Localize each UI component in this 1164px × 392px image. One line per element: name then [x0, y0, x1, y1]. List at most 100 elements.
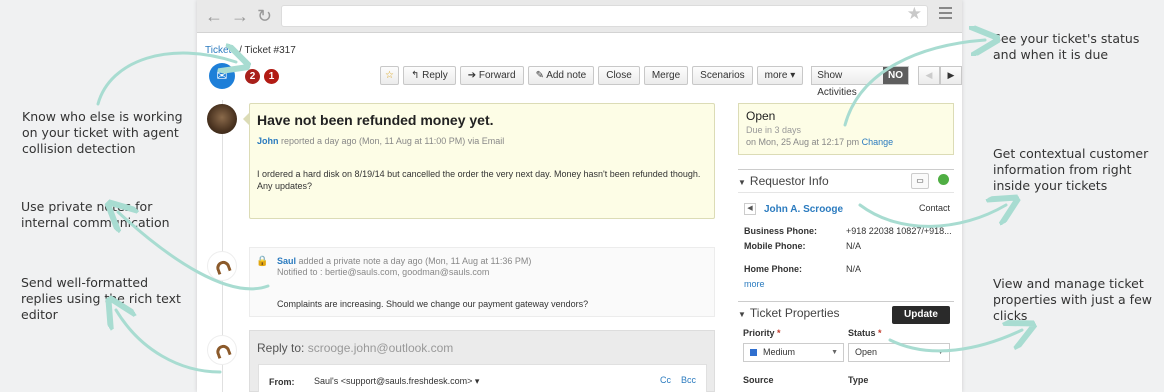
horseshoe-logo: [214, 342, 232, 360]
avatar-saul: [207, 251, 237, 281]
priority-label-text: Priority: [743, 328, 775, 338]
bcc-link[interactable]: Bcc: [681, 375, 696, 385]
forward-arrow-icon[interactable]: →: [231, 5, 249, 27]
status-label-text: Status: [848, 328, 876, 338]
divider: [738, 192, 954, 193]
requestor-name-link[interactable]: John A. Scrooge: [764, 204, 843, 215]
reply-to-label: Reply to:: [257, 341, 305, 355]
ticket-properties-title: Ticket Properties: [749, 306, 840, 320]
reply-to-line: Reply to: scrooge.john@outlook.com: [257, 341, 453, 355]
ticket-description-card: Have not been refunded money yet. John r…: [249, 103, 715, 219]
ticket-meta: John reported a day ago (Mon, 11 Aug at …: [257, 136, 504, 146]
next-ticket-button[interactable]: ▶: [940, 66, 962, 85]
show-activities-value: NO: [883, 67, 908, 84]
callout-collision-detection: Know who else is working on your ticket …: [22, 109, 183, 156]
star-icon[interactable]: ☆: [380, 66, 399, 85]
from-row: From: Saul's <support@sauls.freshdesk.co…: [258, 364, 707, 392]
callout-ticket-properties: View and manage ticket properties with j…: [993, 276, 1152, 323]
status-select[interactable]: Open ▼: [848, 343, 950, 362]
callout-ticket-status: See your ticket's status and when it is …: [993, 31, 1140, 62]
ticket-properties-header[interactable]: ▼ Ticket Properties: [738, 306, 840, 320]
browser-chrome: ← → ↻ ★: [197, 0, 962, 33]
prev-ticket-button[interactable]: ◀: [918, 66, 940, 85]
reply-editor[interactable]: Reply to: scrooge.john@outlook.com From:…: [249, 330, 715, 392]
integration-icon[interactable]: [938, 174, 949, 185]
cc-link[interactable]: Cc: [660, 375, 671, 385]
type-label: Type: [848, 375, 869, 385]
scenarios-button[interactable]: Scenarios: [692, 66, 753, 85]
callout-private-notes: Use private notes for internal communica…: [21, 199, 170, 230]
email-source-icon: ✉: [209, 63, 235, 89]
breadcrumb-tickets-link[interactable]: Tickets: [205, 45, 236, 56]
update-button[interactable]: Update: [892, 306, 950, 324]
due-date-text: on Mon, 25 Aug at 12:17 pm: [746, 137, 862, 147]
chevron-down-icon: ▼: [831, 349, 838, 356]
contact-link[interactable]: Contact: [919, 203, 950, 213]
note-author-link[interactable]: Saul: [277, 256, 296, 266]
reply-button[interactable]: ↰ Reply: [402, 66, 456, 85]
reply-to-address: scrooge.john@outlook.com: [307, 341, 454, 355]
ticket-status-box: Open Due in 3 days on Mon, 25 Aug at 12:…: [738, 103, 954, 155]
lock-icon: 🔒: [256, 256, 269, 267]
callout-rich-text: Send well-formatted replies using the ri…: [21, 275, 181, 322]
add-note-button[interactable]: ✎ Add note: [527, 66, 595, 85]
reload-icon[interactable]: ↻: [257, 5, 272, 27]
avatar-john: [207, 104, 237, 134]
status-value: Open: [746, 109, 776, 123]
chevron-down-icon: ▼: [937, 349, 944, 356]
ticket-subject: Have not been refunded money yet.: [257, 112, 494, 128]
divider: [738, 169, 954, 170]
mobile-phone-value: N/A: [846, 241, 862, 251]
close-button[interactable]: Close: [598, 66, 640, 85]
ticket-body: I ordered a hard disk on 8/19/14 but can…: [257, 169, 701, 191]
forward-label: Forward: [478, 70, 516, 81]
home-phone-label: Home Phone:: [744, 264, 803, 274]
agent-collision-badge-2[interactable]: 1: [264, 69, 279, 84]
show-activities-toggle[interactable]: Show Activities NO: [811, 66, 909, 98]
requestor-info-title: Requestor Info: [749, 174, 829, 188]
required-marker: *: [878, 328, 882, 338]
mobile-phone-label: Mobile Phone:: [744, 241, 806, 251]
status-due: Due in 3 days: [746, 125, 802, 135]
requestor-details-icon[interactable]: ▭: [911, 173, 929, 189]
priority-color-swatch: [750, 349, 757, 357]
breadcrumb: Tickets / Ticket #317: [205, 45, 296, 56]
note-meta: Saul added a private note a day ago (Mon…: [277, 256, 531, 266]
note-body: Complaints are increasing. Should we cha…: [277, 299, 589, 309]
browser-window: ← → ↻ ★ Tickets / Ticket #317 ✉ 2 1 ☆ ↰ …: [197, 0, 962, 392]
address-bar[interactable]: [281, 5, 928, 27]
change-due-link[interactable]: Change: [862, 137, 894, 147]
caret-down-icon: ▼: [738, 310, 746, 319]
home-phone-value: N/A: [846, 264, 862, 274]
note-meta-text: added a private note a day ago (Mon, 11 …: [296, 256, 532, 266]
merge-button[interactable]: Merge: [643, 66, 689, 85]
avatar-reply: [207, 335, 237, 365]
browser-menu-icon[interactable]: [939, 7, 952, 22]
horseshoe-logo: [214, 258, 232, 276]
from-label: From:: [269, 377, 295, 387]
more-button[interactable]: more ▾: [756, 66, 804, 85]
callout-contextual-info: Get contextual customer information from…: [993, 146, 1149, 193]
forward-button[interactable]: ➔ Forward: [459, 66, 524, 85]
add-note-label: Add note: [546, 70, 587, 81]
requestor-more-link[interactable]: more: [744, 279, 765, 289]
reply-label: Reply: [422, 70, 448, 81]
ticket-author-link[interactable]: John: [257, 136, 279, 146]
from-select[interactable]: Saul's <support@sauls.freshdesk.com> ▾: [314, 376, 479, 387]
chevron-left-icon[interactable]: ◀: [744, 203, 756, 215]
status-due-date: on Mon, 25 Aug at 12:17 pm Change: [746, 137, 893, 147]
ticket-meta-text: reported a day ago (Mon, 11 Aug at 11:00…: [278, 136, 505, 146]
agent-collision-badge-1[interactable]: 2: [245, 69, 260, 84]
requestor-info-header[interactable]: ▼ Requestor Info: [738, 174, 829, 188]
bookmark-star-icon[interactable]: ★: [907, 4, 922, 24]
required-marker: *: [777, 328, 781, 338]
priority-value: Medium: [763, 347, 796, 357]
status-label: Status *: [848, 328, 882, 338]
ticket-toolbar: ☆ ↰ Reply ➔ Forward ✎ Add note Close Mer…: [380, 66, 962, 98]
priority-select[interactable]: Medium ▼: [743, 343, 844, 362]
private-note: 🔒 Saul added a private note a day ago (M…: [249, 247, 715, 317]
ticket-pager: ◀ ▶: [918, 66, 962, 85]
back-arrow-icon[interactable]: ←: [205, 5, 223, 27]
source-label: Source: [743, 375, 774, 385]
note-notified: Notified to : bertie@sauls.com, goodman@…: [277, 267, 490, 277]
